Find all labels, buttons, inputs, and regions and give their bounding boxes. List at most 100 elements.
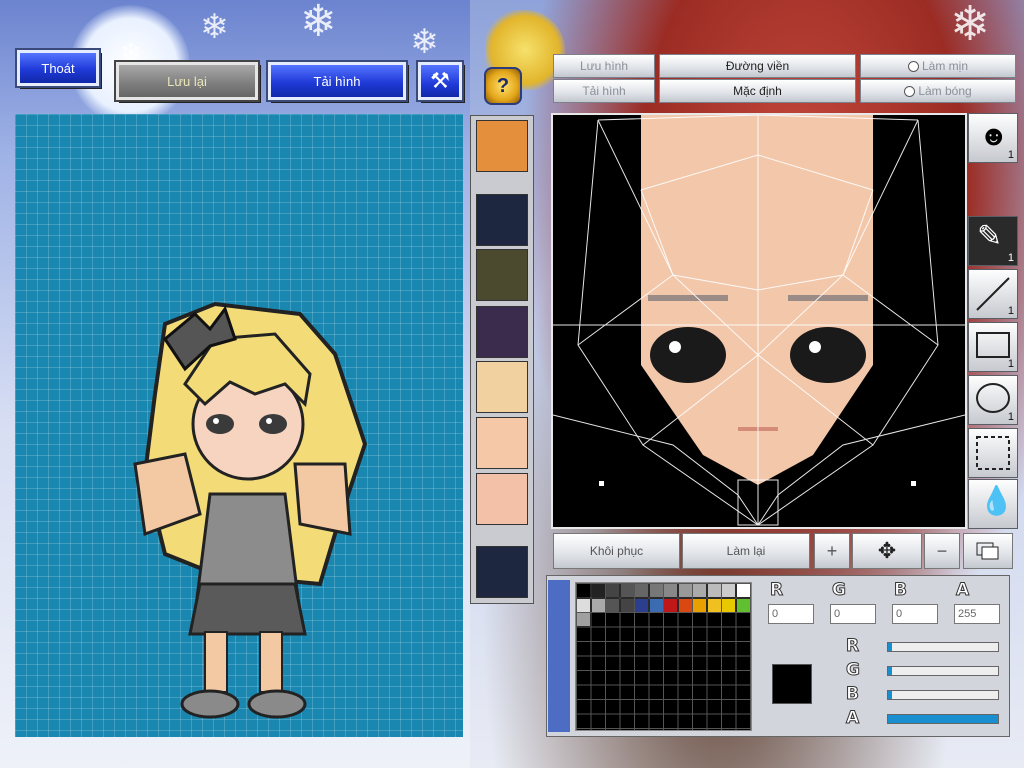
- palette-swatch[interactable]: [722, 598, 735, 612]
- shine-radio[interactable]: [904, 85, 916, 97]
- b-slider[interactable]: [887, 690, 999, 700]
- eyedropper-icon: 💧: [979, 485, 1014, 516]
- palette-swatch[interactable]: [664, 598, 677, 612]
- save-image-button[interactable]: Lưu hình: [553, 54, 655, 78]
- r-label-icon: R: [769, 580, 784, 601]
- default-button[interactable]: Mặc định: [659, 79, 856, 103]
- thumbnail-3[interactable]: [476, 306, 528, 358]
- save-image-label: Lưu hình: [579, 59, 629, 73]
- palette-swatch[interactable]: [693, 584, 706, 597]
- plus-icon: +: [826, 540, 838, 561]
- reload-button[interactable]: Tải hình: [268, 62, 406, 100]
- thumbnail-2[interactable]: [476, 249, 528, 301]
- select-icon: [976, 436, 1010, 470]
- eyedropper-tool[interactable]: 💧: [968, 479, 1018, 529]
- zoom-out-button[interactable]: −: [924, 533, 960, 569]
- load-image-button[interactable]: Tải hình: [553, 79, 655, 103]
- palette-swatch[interactable]: [606, 584, 619, 597]
- exit-button[interactable]: Thoát: [17, 50, 99, 86]
- drawing-tools: ☻ 1 ✎ 1 1 1 1 💧: [965, 113, 1021, 529]
- a-slider[interactable]: [887, 714, 999, 724]
- character-preview: [133, 301, 368, 719]
- thumbnail-4[interactable]: [476, 361, 528, 413]
- default-label: Mặc định: [733, 84, 782, 98]
- smooth-option[interactable]: Làm mịn: [860, 54, 1016, 78]
- r-slider[interactable]: [887, 642, 999, 652]
- palette-swatch[interactable]: [606, 598, 619, 612]
- palette-swatch[interactable]: [736, 584, 750, 597]
- thumbnail-1[interactable]: [476, 194, 528, 246]
- palette-swatch[interactable]: [577, 584, 590, 597]
- help-button[interactable]: ?: [484, 67, 522, 105]
- thumbnail-6[interactable]: [476, 473, 528, 525]
- tool-count: 1: [1007, 149, 1014, 161]
- palette-swatch[interactable]: [678, 584, 692, 597]
- tool-count: 1: [1007, 411, 1014, 423]
- r-slider-label: R: [845, 636, 860, 657]
- palette-swatch[interactable]: [620, 584, 634, 597]
- smooth-radio[interactable]: [907, 60, 919, 72]
- layer-button[interactable]: [963, 533, 1013, 569]
- restore-button[interactable]: Khôi phục: [553, 533, 680, 569]
- palette-tabs[interactable]: [548, 580, 570, 732]
- snowflake-icon: ❄: [200, 7, 229, 47]
- thumbnail-0[interactable]: [476, 120, 528, 172]
- palette-swatch[interactable]: [693, 598, 706, 612]
- pen-tool[interactable]: ✎ 1: [968, 216, 1018, 266]
- palette-swatch[interactable]: [649, 598, 663, 612]
- tool-count: 1: [1007, 305, 1014, 317]
- a-value: 255: [958, 608, 977, 620]
- palette-swatch[interactable]: [678, 598, 692, 612]
- texture-editor-canvas[interactable]: [551, 113, 967, 529]
- line-tool[interactable]: 1: [968, 269, 1018, 319]
- palette-swatch[interactable]: [736, 598, 750, 612]
- palette-swatch[interactable]: [577, 613, 590, 626]
- g-value-field[interactable]: 0: [830, 604, 876, 624]
- thumbnail-5[interactable]: [476, 417, 528, 469]
- pen-icon: ✎: [977, 220, 1003, 253]
- thumbnail-7[interactable]: [476, 546, 528, 598]
- palette-swatch[interactable]: [635, 598, 648, 612]
- current-color-swatch: [772, 664, 812, 704]
- redo-label: Làm lại: [726, 544, 766, 558]
- rectangle-tool[interactable]: 1: [968, 322, 1018, 372]
- palette-swatch[interactable]: [664, 584, 677, 597]
- b-slider-label: B: [846, 684, 860, 705]
- palette-swatch[interactable]: [577, 598, 590, 612]
- b-value-field[interactable]: 0: [892, 604, 938, 624]
- g-slider[interactable]: [887, 666, 999, 676]
- palette-swatch[interactable]: [707, 598, 721, 612]
- palette-swatch[interactable]: [620, 598, 634, 612]
- tool-count: 1: [1007, 358, 1014, 370]
- hammer-icon: ⚒: [430, 68, 450, 93]
- r-value-field[interactable]: 0: [768, 604, 814, 624]
- minus-icon: −: [936, 540, 948, 561]
- exit-button-label: Thoát: [41, 60, 75, 76]
- save-button[interactable]: Lưu lại: [116, 62, 258, 100]
- outline-button[interactable]: Đường viền: [659, 54, 856, 78]
- palette-swatch[interactable]: [707, 584, 721, 597]
- palette-swatch[interactable]: [649, 584, 663, 597]
- shine-option[interactable]: Làm bóng: [860, 79, 1016, 103]
- face-icon: ☻: [979, 120, 1009, 151]
- redo-button[interactable]: Làm lại: [682, 533, 810, 569]
- part-thumbnail-list: [470, 115, 534, 604]
- palette-swatch[interactable]: [722, 584, 735, 597]
- g-value: 0: [834, 608, 841, 620]
- ellipse-tool[interactable]: 1: [968, 375, 1018, 425]
- select-tool[interactable]: [968, 428, 1018, 478]
- a-value-field[interactable]: 255: [954, 604, 1000, 624]
- palette-swatch[interactable]: [635, 584, 648, 597]
- restore-label: Khôi phục: [589, 544, 644, 558]
- snowflake-icon: ❄: [300, 0, 337, 47]
- palette-swatch[interactable]: [591, 584, 605, 597]
- b-value: 0: [896, 608, 903, 620]
- zoom-in-button[interactable]: +: [814, 533, 850, 569]
- load-image-label: Tải hình: [582, 84, 626, 98]
- move-button[interactable]: ✥: [852, 533, 922, 569]
- color-palette-grid[interactable]: [575, 582, 752, 731]
- character-preview-grid[interactable]: [15, 114, 463, 737]
- palette-swatch[interactable]: [591, 598, 605, 612]
- hammer-button[interactable]: ⚒: [418, 62, 462, 100]
- face-layer-tool[interactable]: ☻ 1: [968, 113, 1018, 163]
